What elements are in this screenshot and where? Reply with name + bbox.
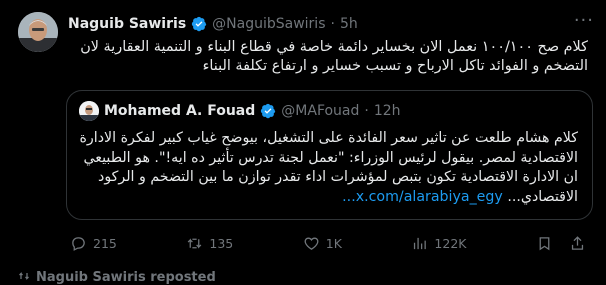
repost-button[interactable]: 135	[186, 235, 233, 252]
views-button[interactable]: 122K	[411, 235, 466, 252]
reply-count: 215	[93, 235, 117, 251]
repost-indicator-icon	[19, 271, 29, 281]
verified-badge-icon	[192, 16, 207, 32]
verified-badge-icon	[261, 103, 276, 119]
repost-count: 135	[209, 235, 234, 251]
reply-icon	[72, 236, 85, 251]
tweet-time[interactable]: 5h	[340, 16, 358, 32]
views-count: 122K	[434, 235, 467, 251]
quoted-tweet[interactable]: Mohamed A. Fouad @MAFouad · 12h كلام هشا…	[66, 90, 593, 220]
author-name[interactable]: Naguib Sawiris	[68, 16, 186, 32]
heart-icon	[304, 237, 319, 250]
like-button[interactable]: 1K	[303, 235, 342, 252]
quoted-tweet-body: كلام هشام طلعت عن تاثير سعر الفائدة على …	[79, 130, 579, 205]
views-icon	[414, 237, 427, 249]
tweet-actions: 215 135 1K 122K	[70, 233, 586, 253]
quoted-tweet-link[interactable]: x.com/alarabiya_egy...	[342, 189, 503, 205]
reply-button[interactable]: 215	[70, 235, 117, 252]
tweet-header: Naguib Sawiris @NaguibSawiris · 5h ···	[68, 12, 594, 34]
author-avatar[interactable]	[18, 12, 58, 52]
tweet-text: كلام صح ١٠٠/١٠٠ نعمل الان بخساير دائمة خ…	[80, 39, 588, 74]
separator-dot: ·	[330, 16, 335, 32]
quoted-tweet-header: Mohamed A. Fouad @MAFouad · 12h	[79, 101, 401, 121]
action-icons	[536, 235, 586, 252]
quoted-author-handle[interactable]: @MAFouad	[281, 103, 359, 119]
author-handle[interactable]: @NaguibSawiris	[212, 16, 325, 32]
separator-dot: ·	[364, 103, 369, 119]
share-icon[interactable]	[569, 235, 586, 252]
quoted-tweet-text: كلام هشام طلعت عن تاثير سعر الفائدة على …	[79, 129, 579, 207]
quoted-author-avatar[interactable]	[79, 101, 99, 121]
repost-icon	[188, 237, 202, 249]
more-options-icon[interactable]: ···	[574, 12, 594, 30]
reposted-label[interactable]: Naguib Sawiris reposted	[36, 270, 216, 285]
like-count: 1K	[325, 235, 342, 251]
quoted-author-name[interactable]: Mohamed A. Fouad	[104, 103, 255, 119]
bookmark-icon[interactable]	[536, 235, 553, 252]
quoted-tweet-time[interactable]: 12h	[374, 103, 401, 119]
